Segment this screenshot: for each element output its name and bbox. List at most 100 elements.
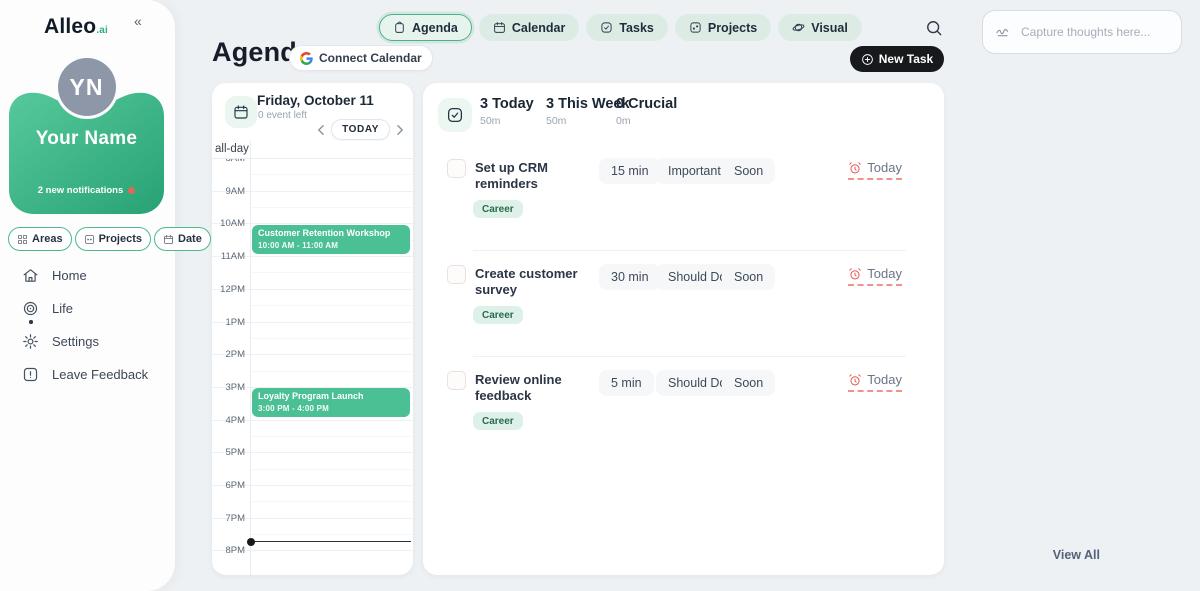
filter-areas[interactable]: Areas [8,227,72,251]
avatar[interactable]: YN [58,58,116,116]
logo-suffix: .ai [96,25,108,36]
hour-label: 6PM [212,480,245,491]
task-checkbox[interactable] [447,265,466,284]
calendar-event[interactable]: Customer Retention Workshop 10:00 AM - 11… [252,225,410,254]
half-hour-line [250,305,413,306]
sidebar-item-settings[interactable]: Settings [22,331,162,351]
task-row[interactable]: Create customer survey 30 min Should Do … [423,259,944,359]
event-time: 10:00 AM - 11:00 AM [258,241,404,250]
current-time-dot [247,538,255,546]
row-divider [473,356,906,357]
half-hour-line [250,207,413,208]
tab-tasks[interactable]: Tasks [586,14,668,41]
view-all-link[interactable]: View All [1010,548,1100,562]
capture-thoughts-box[interactable] [982,10,1182,54]
sidebar-collapse-icon[interactable]: « [134,13,142,29]
tab-calendar[interactable]: Calendar [479,14,580,41]
calendar-grid: all-day 8AM9AM10AM11AM12PM1PM2PM3PM4PM5P… [212,141,413,575]
plus-circle-icon [861,53,874,66]
task-due-date[interactable]: Today [848,372,902,392]
task-due-date[interactable]: Today [848,266,902,286]
sidebar-filters: Areas Projects Date [8,227,168,251]
task-due-date[interactable]: Today [848,160,902,180]
task-tag[interactable]: Career [473,306,523,324]
tab-projects[interactable]: Projects [675,14,771,41]
task-urgency-pill[interactable]: Soon [722,370,775,396]
task-duration-pill[interactable]: 5 min [599,370,654,396]
projects-icon [84,234,95,245]
notifications-text[interactable]: 2 new notifications [9,185,164,196]
hour-label: 5PM [212,447,245,458]
task-row[interactable]: Set up CRM reminders 15 min Important So… [423,153,944,253]
app-logo: Alleo.ai [0,15,152,39]
capture-input[interactable] [1019,24,1169,40]
half-hour-line [250,501,413,502]
check-square-icon [446,106,464,124]
hour-label: 8PM [212,545,245,556]
home-icon [22,267,39,284]
chevron-right-icon[interactable] [396,124,405,136]
google-icon [300,52,313,65]
filter-projects[interactable]: Projects [75,227,151,251]
tasks-chip-button[interactable] [438,98,472,132]
stat-crucial: 0 Crucial 0m [616,96,677,127]
notification-dot-icon [128,187,135,194]
search-button[interactable] [924,18,946,40]
calendar-nav: TODAY [316,119,405,140]
task-duration-pill[interactable]: 30 min [599,264,661,290]
current-time-indicator [249,541,411,542]
gear-icon [22,333,39,350]
tab-agenda[interactable]: Agenda [379,14,472,41]
kanban-icon [689,21,702,34]
sidebar-item-home[interactable]: Home [22,265,162,285]
event-title: Customer Retention Workshop [258,228,404,239]
top-tabs: Agenda Calendar Tasks Projects Visual [379,14,862,41]
profile-card[interactable]: YN Your Name 2 new notifications [9,58,164,214]
task-tag[interactable]: Career [473,412,523,430]
half-hour-line [250,436,413,437]
sidebar: Alleo.ai « YN Your Name 2 new notificati… [0,0,175,591]
filter-date[interactable]: Date [154,227,211,251]
task-duration-pill[interactable]: 15 min [599,158,661,184]
hour-label: 9AM [212,186,245,197]
event-time: 3:00 PM - 4:00 PM [258,404,404,413]
sidebar-item-leave-feedback[interactable]: Leave Feedback [22,364,162,384]
event-title: Loyalty Program Launch [258,391,404,402]
search-icon [924,18,944,38]
time-column-divider [250,141,251,575]
calendar-event[interactable]: Loyalty Program Launch 3:00 PM - 4:00 PM [252,388,410,417]
today-button[interactable]: TODAY [331,119,390,140]
task-checkbox[interactable] [447,159,466,178]
task-tag[interactable]: Career [473,200,523,218]
calendar-icon [163,234,174,245]
new-task-button[interactable]: New Task [850,46,944,72]
task-panel: 3 Today 50m 3 This Week 50m 0 Crucial 0m… [423,83,944,575]
chevron-left-icon[interactable] [316,124,325,136]
task-urgency-pill[interactable]: Soon [722,158,775,184]
agenda-icon [393,21,406,34]
hour-label: 10AM [212,218,245,229]
alarm-icon [848,161,862,175]
task-title: Set up CRM reminders [475,160,597,192]
check-square-icon [600,21,613,34]
hour-label: 7PM [212,513,245,524]
stat-today: 3 Today 50m [480,96,534,127]
task-urgency-pill[interactable]: Soon [722,264,775,290]
task-title: Review online feedback [475,372,597,404]
sidebar-item-life[interactable]: Life [22,298,162,318]
half-hour-line [250,534,413,535]
row-divider [473,250,906,251]
hour-label: 12PM [212,284,245,295]
calendar-chip-button[interactable] [225,96,257,128]
tab-visual[interactable]: Visual [778,14,862,41]
calendar-date-title: Friday, October 11 [257,93,374,108]
connect-calendar-button[interactable]: Connect Calendar [289,45,433,71]
alarm-icon [848,373,862,387]
hour-label: 1PM [212,317,245,328]
task-checkbox[interactable] [447,371,466,390]
half-hour-line [250,338,413,339]
feedback-icon [22,366,39,383]
half-hour-line [250,272,413,273]
task-row[interactable]: Review online feedback 5 min Should Do S… [423,365,944,465]
target-icon [22,300,39,317]
